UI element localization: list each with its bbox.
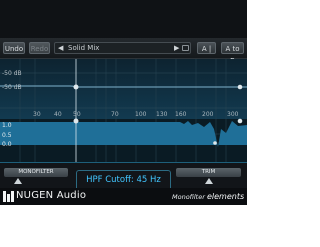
level-handle[interactable] [213, 141, 217, 145]
db-label-mid: -50 dB [2, 84, 22, 91]
db-label-top: -50 dB [2, 70, 22, 77]
freq-label: 50 [73, 111, 81, 118]
brand-name: NUGEN Audio [16, 190, 87, 201]
freq-label: 200 [202, 111, 214, 118]
response-area [0, 59, 247, 119]
monofilter-marker-icon[interactable] [14, 178, 22, 184]
page-background [0, 205, 247, 247]
level-label-2: 0.5 [2, 132, 12, 139]
width-handle-right[interactable] [237, 118, 243, 124]
preset-name: Solid Mix [68, 44, 100, 52]
preset-selector[interactable]: ◀ Solid Mix ▶ [54, 42, 191, 54]
previous-preset-icon[interactable]: ◀ [58, 43, 63, 54]
product-prefix: Monofilter [172, 193, 207, 201]
undo-button[interactable]: Undo [3, 42, 25, 54]
level-label-3: 0.0 [2, 141, 12, 148]
trim-marker-icon[interactable] [205, 178, 213, 184]
hpf-cutoff-readout: HPF Cutoff: 45 Hz [76, 170, 171, 188]
trim-tab[interactable]: TRIM [176, 168, 241, 177]
freq-label: 300 [227, 111, 239, 118]
ab-compare-button[interactable]: A | [197, 42, 216, 54]
monofilter-tab[interactable]: MONOFILTER [4, 168, 68, 177]
redo-button[interactable]: Redo [29, 42, 50, 54]
product-name: Monofilter elements [172, 192, 244, 201]
next-preset-icon[interactable]: ▶ [174, 43, 179, 54]
product-suffix: elements [206, 192, 245, 201]
freq-label: 70 [111, 111, 119, 118]
level-label-1: 1.0 [2, 122, 12, 129]
freq-label: 130 [156, 111, 168, 118]
a-to-b-button[interactable]: A to B [221, 42, 244, 65]
freq-label: 40 [54, 111, 62, 118]
width-handle-left[interactable] [73, 118, 79, 124]
correlation-fill [0, 121, 247, 147]
nugen-logo-icon [3, 191, 14, 202]
plugin-window: Undo Redo ◀ Solid Mix ▶ A | A to B [0, 0, 247, 247]
save-preset-icon[interactable] [182, 45, 189, 51]
freq-label: 160 [175, 111, 187, 118]
freq-label: 100 [135, 111, 147, 118]
trim-handle[interactable] [237, 84, 243, 90]
hpf-handle[interactable] [73, 84, 79, 90]
freq-label: 30 [33, 111, 41, 118]
